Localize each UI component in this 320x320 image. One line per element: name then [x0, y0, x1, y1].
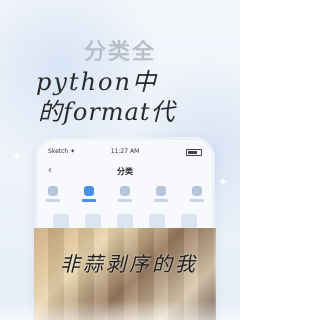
tab-label [154, 199, 168, 202]
sparkle-icon: ✦ [218, 175, 229, 189]
tab-icon [48, 186, 58, 196]
tab-item-active[interactable] [80, 186, 98, 204]
tab-icon [192, 186, 202, 196]
tab-icon [84, 186, 94, 196]
tab-label [82, 199, 96, 202]
bottom-fade [0, 300, 240, 320]
tab-item[interactable] [116, 186, 134, 204]
nav-title: 分类 [117, 167, 133, 176]
tab-icon [156, 186, 166, 196]
tab-label [190, 199, 204, 202]
tab-item[interactable] [188, 186, 206, 204]
status-bar: Sketch ✦ 11:27 AM [38, 148, 212, 158]
tab-label [46, 199, 60, 202]
sparkle-icon: ✦ [12, 149, 23, 163]
nav-bar: ‹ 分类 [38, 164, 212, 180]
overlay-caption: 非蒜剥序的我 [60, 252, 198, 276]
tab-item[interactable] [44, 186, 62, 204]
tab-label [118, 199, 132, 202]
tab-icon [120, 186, 130, 196]
promo-banner: 分类全 ✦ ✦ Sketch ✦ 11:27 AM ‹ 分类 python中 的… [0, 0, 240, 320]
overlay-title-line2: 的format代 [38, 98, 176, 126]
tab-item[interactable] [152, 186, 170, 204]
battery-icon [186, 149, 202, 156]
category-tabs [44, 186, 206, 206]
